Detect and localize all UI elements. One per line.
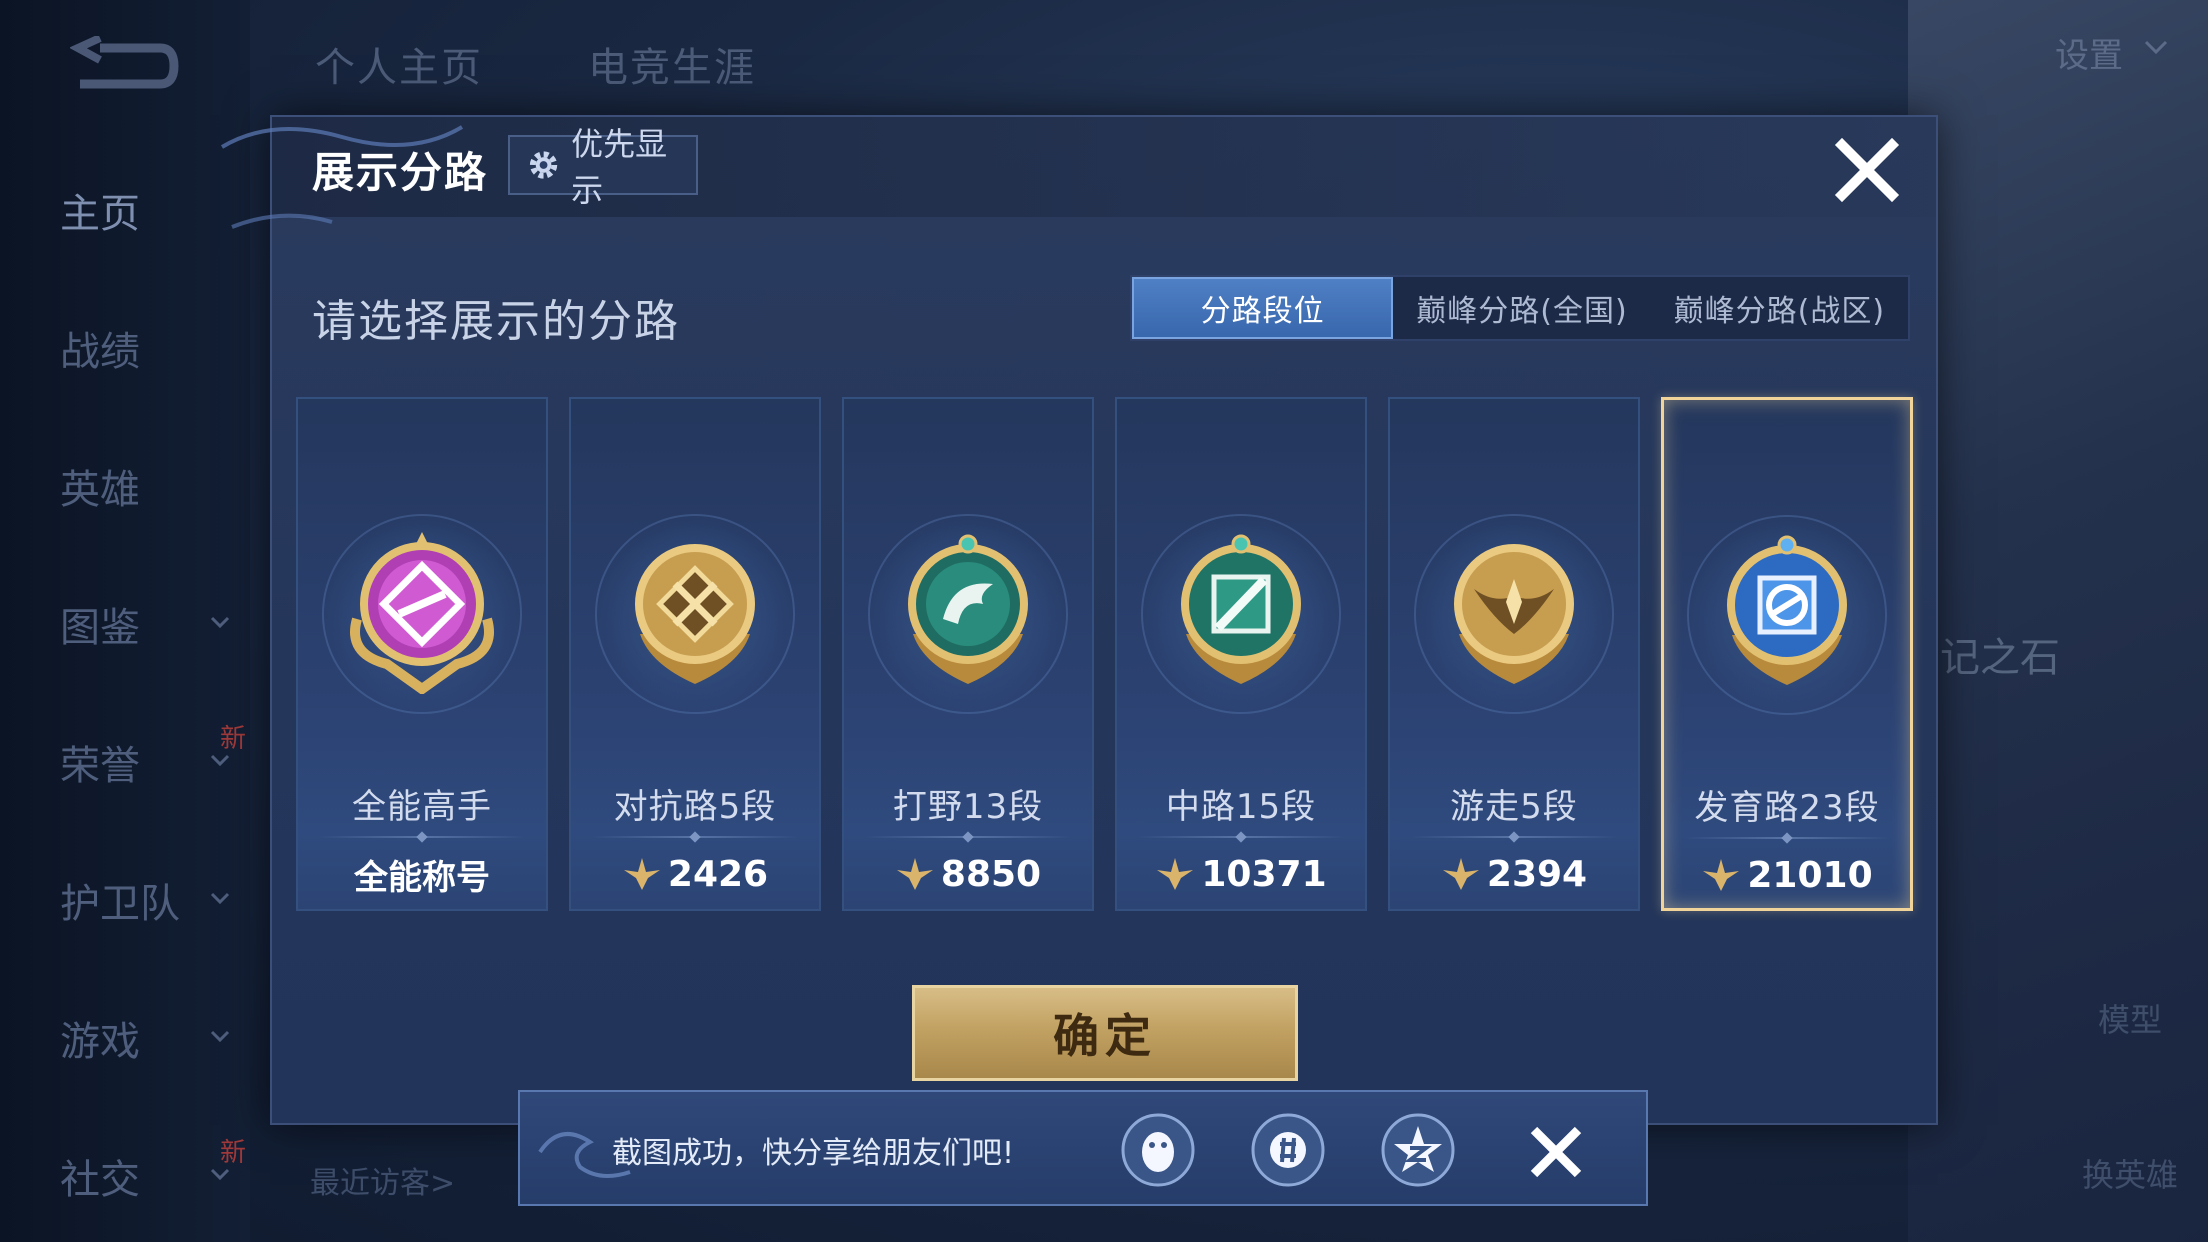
sidebar-item-honor[interactable]: 荣誉 新 [0, 722, 250, 802]
roam-emblem-icon [1454, 544, 1574, 684]
lane-name: 对抗路5段 [613, 787, 777, 827]
rank-points-icon [1442, 858, 1479, 890]
clash-lane-emblem-icon [635, 544, 755, 684]
right-background [1908, 0, 2208, 1242]
lane-card-farm-lane[interactable]: 发育路23段 21010 [1661, 397, 1913, 911]
lane-card-list: 全能高手 全能称号 对抗路5段 2426 打野13段 8850 中路15段 10… [296, 397, 1936, 917]
score-row: 2426 [571, 849, 819, 899]
new-badge: 新 [220, 724, 247, 754]
tab-peak-lane-national[interactable]: 巅峰分路(全国) [1393, 277, 1650, 339]
farm-lane-emblem-icon [1727, 535, 1847, 685]
rank-points-icon [896, 858, 933, 890]
sidebar-item-guard-team[interactable]: 护卫队 [0, 860, 250, 940]
title-value: 全能称号 [354, 857, 490, 898]
recent-visitors-link[interactable]: 最近访客> [310, 1158, 455, 1202]
score-row: 2394 [1390, 849, 1638, 899]
model-button[interactable]: 模型 [2098, 995, 2162, 1041]
share-message: 截图成功，快分享给朋友们吧! [612, 1136, 1015, 1171]
dialog-title: 展示分路 [312, 148, 489, 197]
rank-points: 2394 [1486, 853, 1588, 895]
qq-icon[interactable] [1120, 1112, 1196, 1188]
lane-card-jungle[interactable]: 打野13段 8850 [842, 397, 1094, 911]
sidebar-item-records[interactable]: 战绩 [0, 308, 250, 388]
chevron-down-icon [2144, 40, 2168, 55]
close-icon[interactable] [1526, 1122, 1586, 1182]
lane-card-roam[interactable]: 游走5段 2394 [1388, 397, 1640, 911]
confirm-button[interactable]: 确定 [912, 985, 1298, 1081]
score-row: 21010 [1664, 850, 1910, 900]
sidebar-item-heroes[interactable]: 英雄 [0, 446, 250, 526]
lane-name: 打野13段 [892, 787, 1044, 827]
screenshot-share-bar: 截图成功，快分享给朋友们吧! [518, 1090, 1648, 1206]
background-stone-label: 记之石 [1940, 635, 2060, 681]
jungle-emblem-icon [908, 534, 1028, 684]
wechat-moments-icon[interactable] [1250, 1112, 1326, 1188]
sidebar-item-social[interactable]: 社交 新 [0, 1136, 250, 1216]
rank-points: 8850 [940, 853, 1042, 895]
lane-tab-group: 分路段位 巅峰分路(全国) 巅峰分路(战区) [1130, 275, 1910, 341]
priority-display-label: 优先显示 [571, 125, 668, 209]
lane-display-dialog: 展示分路 优先显示 请选择展示的分路 分路段位 巅峰分路(全国) 巅峰分路(战区… [220, 115, 1938, 1125]
score-row: 全能称号 [298, 849, 546, 899]
all-round-emblem-icon [350, 532, 494, 694]
card-divider [1137, 836, 1345, 838]
chevron-down-icon [210, 892, 230, 905]
lane-name: 游走5段 [1450, 787, 1578, 827]
priority-display-button[interactable]: 优先显示 [508, 125, 698, 209]
lane-name: 全能高手 [352, 787, 492, 827]
mid-lane-emblem-icon [1181, 534, 1301, 684]
card-divider [591, 836, 799, 838]
score-row: 10371 [1117, 849, 1365, 899]
tab-esports-career[interactable]: 电竞生涯 [588, 35, 756, 93]
chevron-down-icon [210, 1030, 230, 1043]
rank-points-icon [623, 858, 660, 890]
score-row: 8850 [844, 849, 1092, 899]
card-divider [1410, 836, 1618, 838]
settings-button[interactable]: 设置 [2055, 28, 2123, 77]
dialog-subtitle: 请选择展示的分路 [312, 296, 680, 347]
rank-points: 10371 [1201, 853, 1327, 895]
back-arrow-icon[interactable] [70, 36, 180, 96]
new-badge: 新 [220, 1138, 247, 1168]
sidebar-item-collection[interactable]: 图鉴 [0, 584, 250, 664]
tab-profile[interactable]: 个人主页 [315, 35, 483, 93]
gear-icon [529, 151, 558, 179]
rank-points-icon [1157, 858, 1194, 890]
rank-points: 2426 [667, 853, 769, 895]
rank-points: 21010 [1747, 854, 1873, 896]
close-icon[interactable] [1834, 137, 1900, 203]
lane-card-all-round[interactable]: 全能高手 全能称号 [296, 397, 548, 911]
tab-peak-lane-region[interactable]: 巅峰分路(战区) [1651, 277, 1908, 339]
change-hero-button[interactable]: 换英雄 [2082, 1150, 2178, 1196]
lane-name: 发育路23段 [1694, 788, 1880, 828]
sidebar-item-games[interactable]: 游戏 [0, 998, 250, 1078]
card-divider [318, 836, 526, 838]
lane-name: 中路15段 [1165, 787, 1317, 827]
rank-points-icon [1703, 859, 1740, 891]
lane-card-clash-lane[interactable]: 对抗路5段 2426 [569, 397, 821, 911]
qzone-icon[interactable] [1380, 1112, 1456, 1188]
card-divider [864, 836, 1072, 838]
lane-card-mid-lane[interactable]: 中路15段 10371 [1115, 397, 1367, 911]
card-divider [1684, 837, 1890, 839]
chevron-down-icon [210, 616, 230, 629]
tab-lane-rank[interactable]: 分路段位 [1132, 277, 1394, 339]
